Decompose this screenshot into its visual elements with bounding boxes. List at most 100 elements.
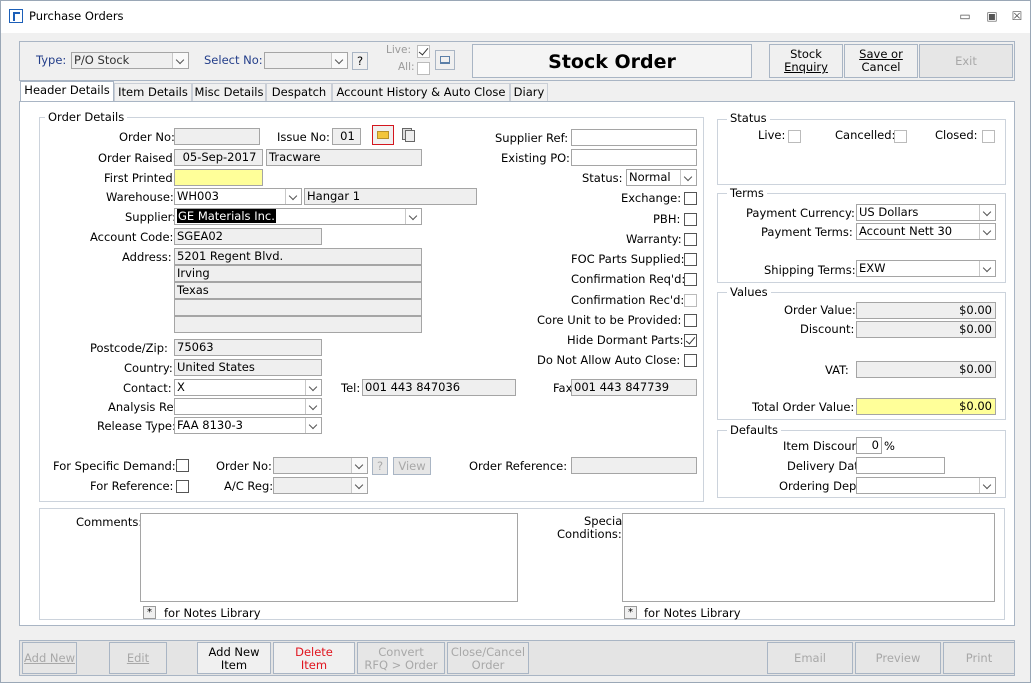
account-code-field[interactable]: SGEA02 (174, 228, 322, 245)
maximize-icon[interactable]: ▣ (984, 9, 1000, 23)
ac-reg-select[interactable] (273, 477, 368, 494)
chevron-down-icon[interactable] (405, 209, 421, 224)
status-closed-checkbox[interactable] (982, 130, 995, 143)
tab-item-details[interactable]: Item Details (114, 83, 192, 102)
edit-button[interactable]: Edit (109, 642, 167, 674)
save-or-cancel-button[interactable]: Save or Cancel (844, 44, 918, 78)
delivery-date-field[interactable] (856, 457, 945, 474)
confirmation-recd-checkbox[interactable] (684, 294, 697, 307)
status-select[interactable]: Normal (626, 169, 697, 186)
minimize-icon[interactable]: ▭ (957, 9, 973, 23)
tab-despatch[interactable]: Despatch (266, 83, 332, 102)
tab-diary[interactable]: Diary (510, 83, 548, 102)
exit-button[interactable]: Exit (919, 44, 1013, 78)
issue-no-field[interactable]: 01 (332, 128, 361, 145)
chevron-down-icon[interactable] (979, 261, 995, 276)
existing-po-field[interactable] (571, 149, 697, 166)
all-checkbox[interactable] (417, 62, 430, 75)
convert-rfq-button[interactable]: Convert RFQ > Order (357, 642, 445, 674)
copy-button[interactable] (400, 126, 416, 144)
address-line-4[interactable] (174, 299, 422, 316)
tab-misc-details[interactable]: Misc Details (192, 83, 266, 102)
chevron-down-icon[interactable] (305, 380, 321, 395)
analysis-ref-select[interactable] (174, 398, 322, 415)
for-reference-checkbox[interactable] (176, 480, 189, 493)
chevron-down-icon[interactable] (172, 53, 188, 68)
list-view-button[interactable] (435, 50, 455, 70)
add-new-button[interactable]: Add New (22, 642, 77, 674)
chevron-down-icon[interactable] (979, 205, 995, 220)
payment-currency-select[interactable]: US Dollars (856, 204, 996, 221)
core-unit-checkbox[interactable] (684, 314, 697, 327)
release-type-select[interactable]: FAA 8130-3 (174, 417, 322, 434)
discount-field[interactable]: $0.00 (856, 321, 996, 338)
order-no-field[interactable] (174, 128, 260, 145)
address-line-1[interactable]: 5201 Regent Blvd. (174, 248, 422, 265)
view-button[interactable]: View (393, 457, 431, 475)
special-conditions-textarea[interactable] (622, 513, 995, 602)
close-cancel-order-button[interactable]: Close/Cancel Order (447, 642, 529, 674)
fax-field[interactable]: 001 443 847739 (571, 379, 697, 396)
email-button[interactable]: Email (767, 642, 853, 674)
order-no-2-select[interactable] (273, 457, 368, 474)
pbh-checkbox[interactable] (684, 213, 697, 226)
total-order-value-field[interactable]: $0.00 (856, 398, 996, 415)
tel-field[interactable]: 001 443 847036 (362, 379, 516, 396)
comments-notes-library-button[interactable]: * (143, 606, 156, 619)
live-checkbox[interactable] (417, 45, 430, 58)
foc-checkbox[interactable] (684, 253, 697, 266)
supplier-select[interactable]: GE Materials Inc. (174, 208, 422, 225)
warehouse-select[interactable]: WH003 (174, 188, 302, 205)
open-folder-button[interactable] (372, 125, 394, 145)
hide-dormant-checkbox[interactable] (684, 334, 697, 347)
chevron-down-icon[interactable] (351, 458, 367, 473)
select-no-select[interactable] (264, 52, 348, 69)
item-discount-field[interactable]: 0 (856, 437, 882, 454)
no-auto-close-checkbox[interactable] (684, 354, 697, 367)
warranty-checkbox[interactable] (684, 233, 697, 246)
contact-select[interactable]: X (174, 379, 322, 396)
postcode-field[interactable]: 75063 (174, 339, 322, 356)
status-cancelled-checkbox[interactable] (894, 130, 907, 143)
exchange-checkbox[interactable] (684, 192, 697, 205)
order-value-field[interactable]: $0.00 (856, 302, 996, 319)
confirmation-reqd-checkbox[interactable] (684, 273, 697, 286)
lookup-button[interactable]: ? (352, 52, 368, 70)
shipping-terms-select[interactable]: EXW (856, 260, 996, 277)
tab-account-history[interactable]: Account History & Auto Close (332, 83, 510, 102)
chevron-down-icon[interactable] (979, 224, 995, 239)
chevron-down-icon[interactable] (331, 53, 347, 68)
chevron-down-icon[interactable] (305, 399, 321, 414)
payment-terms-select[interactable]: Account Nett 30 (856, 223, 996, 240)
supplier-ref-field[interactable] (571, 129, 697, 146)
vat-field[interactable]: $0.00 (856, 361, 996, 378)
address-line-5[interactable] (174, 316, 422, 333)
chevron-down-icon[interactable] (979, 478, 995, 493)
address-line-2[interactable]: Irving (174, 265, 422, 282)
chevron-down-icon[interactable] (305, 418, 321, 433)
special-notes-library-button[interactable]: * (624, 606, 637, 619)
add-new-item-button[interactable]: Add New Item (197, 642, 271, 674)
ordering-dept-select[interactable] (856, 477, 996, 494)
first-printed-field[interactable] (174, 169, 263, 186)
specific-demand-checkbox[interactable] (176, 459, 189, 472)
close-icon[interactable]: ☒ (1009, 9, 1025, 23)
print-button[interactable]: Print (943, 642, 1015, 674)
delete-item-button[interactable]: Delete Item (273, 642, 355, 674)
chevron-down-icon[interactable] (351, 478, 367, 493)
comments-textarea[interactable] (140, 513, 518, 602)
raised-by-field[interactable]: Tracware (266, 149, 422, 166)
preview-button[interactable]: Preview (855, 642, 941, 674)
order-reference-field[interactable] (571, 457, 697, 474)
chevron-down-icon[interactable] (680, 170, 696, 185)
status-live-checkbox[interactable] (788, 130, 801, 143)
chevron-down-icon[interactable] (285, 189, 301, 204)
warehouse-name-field[interactable]: Hangar 1 (304, 188, 477, 205)
type-select[interactable]: P/O Stock (71, 52, 189, 69)
order-lookup-button[interactable]: ? (372, 457, 388, 475)
order-raised-field[interactable]: 05-Sep-2017 (174, 149, 263, 166)
address-line-3[interactable]: Texas (174, 282, 422, 299)
country-field[interactable]: United States (174, 359, 322, 376)
tab-header-details[interactable]: Header Details (20, 81, 114, 102)
stock-enquiry-button[interactable]: Stock Enquiry (769, 44, 843, 78)
